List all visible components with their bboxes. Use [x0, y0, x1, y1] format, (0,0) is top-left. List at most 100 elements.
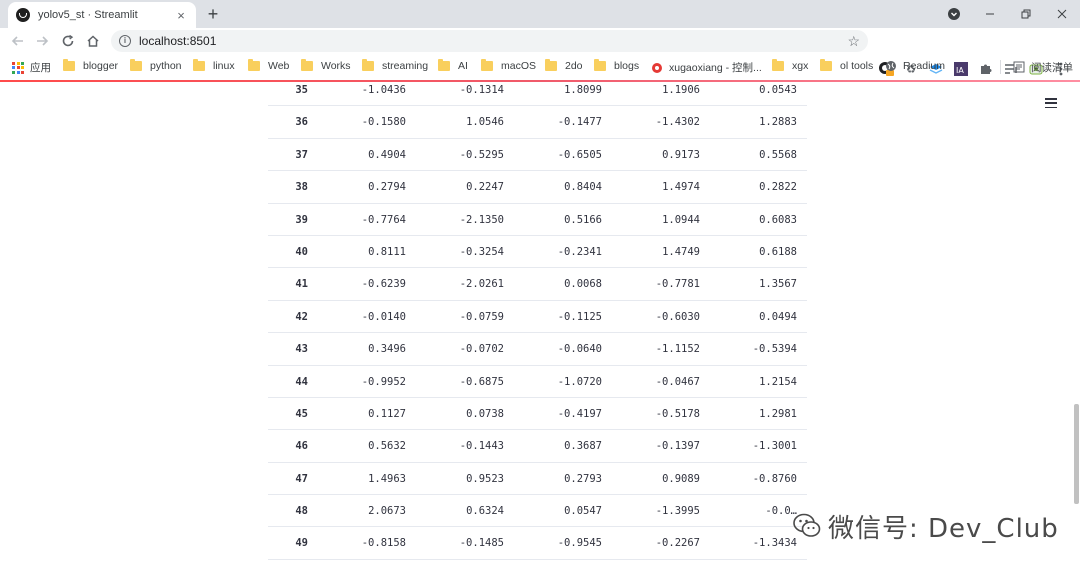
table-cell: 1.4749 — [662, 245, 700, 258]
bookmark-folder[interactable]: macOS — [481, 59, 536, 72]
bookmark-folder[interactable]: linux — [193, 59, 235, 72]
table-row: 44 -0.9952 -0.6875 -1.0720 -0.0467 1.2154 — [268, 366, 807, 398]
table-cell: -0.0… — [765, 505, 797, 518]
table-cell: -0.6030 — [655, 310, 700, 323]
bookmark-folder[interactable]: blogs — [594, 59, 639, 72]
bookmark-folder[interactable]: ol tools — [820, 59, 873, 72]
table-cell: -0.0702 — [459, 343, 504, 356]
browser-tab[interactable]: yolov5_st · Streamlit × — [8, 2, 196, 28]
table-cell: -0.8760 — [752, 472, 797, 485]
folder-icon — [772, 59, 784, 71]
table-cell: 0.9523 — [466, 472, 504, 485]
tab-close-icon[interactable]: × — [174, 8, 188, 23]
table-cell: 1.0944 — [662, 213, 700, 226]
bookmark-site[interactable]: xugaoxiang - 控制... — [651, 60, 762, 75]
bookmark-label: Web — [268, 60, 290, 72]
table-cell: -0.0140 — [361, 310, 406, 323]
table-row: 48 2.0673 0.6324 0.0547 -1.3995 -0.0… — [268, 495, 807, 528]
address-bar[interactable]: i localhost:8501 ☆ — [111, 30, 868, 52]
table-cell: 2.0673 — [368, 505, 406, 518]
bookmark-folder[interactable]: python — [130, 59, 182, 72]
bookmark-folder[interactable]: Web — [248, 59, 290, 72]
table-cell: 0.5568 — [759, 148, 797, 161]
table-cell: 0.2247 — [466, 181, 504, 194]
table-cell: 1.2981 — [759, 407, 797, 420]
dataframe-table[interactable]: 35 -1.0436 -0.1314 1.8099 1.1906 0.0543 36 -0.1… — [268, 82, 807, 560]
profile-menu-icon[interactable] — [936, 0, 972, 28]
home-icon[interactable] — [81, 29, 105, 53]
table-cell: -0.4197 — [557, 407, 602, 420]
table-cell: 0.2793 — [564, 472, 602, 485]
page-scrollbar[interactable] — [1074, 404, 1079, 504]
bookmark-folder[interactable]: AI — [438, 59, 468, 72]
folder-icon — [545, 59, 557, 71]
table-cell: 1.2883 — [759, 116, 797, 129]
bookmark-star-icon[interactable]: ☆ — [847, 33, 860, 50]
table-cell: -0.7781 — [655, 278, 700, 291]
reading-list[interactable]: 阅读清单 — [1000, 60, 1073, 74]
new-tab-button[interactable]: + — [203, 4, 223, 24]
reload-icon[interactable] — [56, 29, 80, 53]
table-cell: -0.6239 — [361, 278, 406, 291]
table-row: 35 -1.0436 -0.1314 1.8099 1.1906 0.0543 — [268, 82, 807, 107]
browser-tabstrip: yolov5_st · Streamlit × + — [0, 0, 1080, 28]
site-info-icon[interactable]: i — [119, 35, 131, 47]
table-cell: 0.9089 — [662, 472, 700, 485]
table-cell: 0.1127 — [368, 407, 406, 420]
bookmark-folder[interactable]: blogger — [63, 59, 119, 72]
bookmark-site[interactable]: Readium — [885, 60, 945, 72]
table-cell: 0.9173 — [662, 148, 700, 161]
table-cell: 0.6324 — [466, 505, 504, 518]
table-cell: -2.1350 — [459, 213, 504, 226]
bookmark-label: 2do — [565, 60, 583, 72]
table-cell: 1.3567 — [759, 278, 797, 291]
table-cell: -0.0467 — [655, 375, 700, 388]
minimize-icon[interactable] — [972, 0, 1008, 28]
bookmark-label: streaming — [382, 60, 429, 72]
bookmark-label: blogger — [83, 60, 119, 72]
table-cell: -0.5178 — [655, 407, 700, 420]
row-index: 42 — [295, 310, 308, 323]
row-index: 41 — [295, 278, 308, 291]
bookmark-folder[interactable]: 2do — [545, 59, 583, 72]
table-cell: -0.1477 — [557, 116, 602, 129]
row-index: 37 — [295, 148, 308, 161]
table-row: 46 0.5632 -0.1443 0.3687 -0.1397 -1.3001 — [268, 430, 807, 463]
bookmark-label: 阅读清单 — [1031, 61, 1073, 74]
bookmark-label: Works — [321, 60, 351, 72]
folder-icon — [130, 59, 142, 71]
table-row: 45 0.1127 0.0738 -0.4197 -0.5178 1.2981 — [268, 398, 807, 431]
table-cell: 0.2794 — [368, 181, 406, 194]
row-index: 46 — [295, 440, 308, 453]
row-index: 38 — [295, 181, 308, 194]
table-cell: -0.1580 — [361, 116, 406, 129]
restore-icon[interactable] — [1008, 0, 1044, 28]
url-text: localhost:8501 — [139, 34, 217, 48]
table-cell: -0.1485 — [459, 537, 504, 550]
table-cell: -0.5295 — [459, 148, 504, 161]
folder-icon — [63, 59, 75, 71]
bookmark-folder[interactable]: xgx — [772, 59, 808, 72]
forward-icon[interactable] — [30, 29, 54, 53]
site-gear-icon — [651, 62, 663, 74]
table-cell: 0.5166 — [564, 213, 602, 226]
bookmark-apps[interactable]: 应用 — [12, 60, 51, 75]
wechat-watermark: 微信号: Dev_Club — [792, 506, 1059, 546]
folder-icon — [820, 59, 832, 71]
bookmark-folder[interactable]: Works — [301, 59, 351, 72]
close-window-icon[interactable] — [1044, 0, 1080, 28]
table-cell: 0.6188 — [759, 245, 797, 258]
row-index: 39 — [295, 213, 308, 226]
table-row: 37 0.4904 -0.5295 -0.6505 0.9173 0.5568 — [268, 139, 807, 172]
tab-title: yolov5_st · Streamlit — [38, 9, 138, 21]
bookmark-folder[interactable]: streaming — [362, 59, 429, 72]
row-index: 35 — [295, 84, 308, 96]
table-row: 47 1.4963 0.9523 0.2793 0.9089 -0.8760 — [268, 463, 807, 496]
folder-icon — [301, 59, 313, 71]
table-cell: 0.8404 — [564, 181, 602, 194]
hamburger-menu-icon[interactable] — [1045, 98, 1057, 108]
table-cell: -1.3995 — [655, 505, 700, 518]
table-cell: 1.4963 — [368, 472, 406, 485]
back-icon[interactable] — [6, 29, 30, 53]
table-cell: -1.3434 — [752, 537, 797, 550]
